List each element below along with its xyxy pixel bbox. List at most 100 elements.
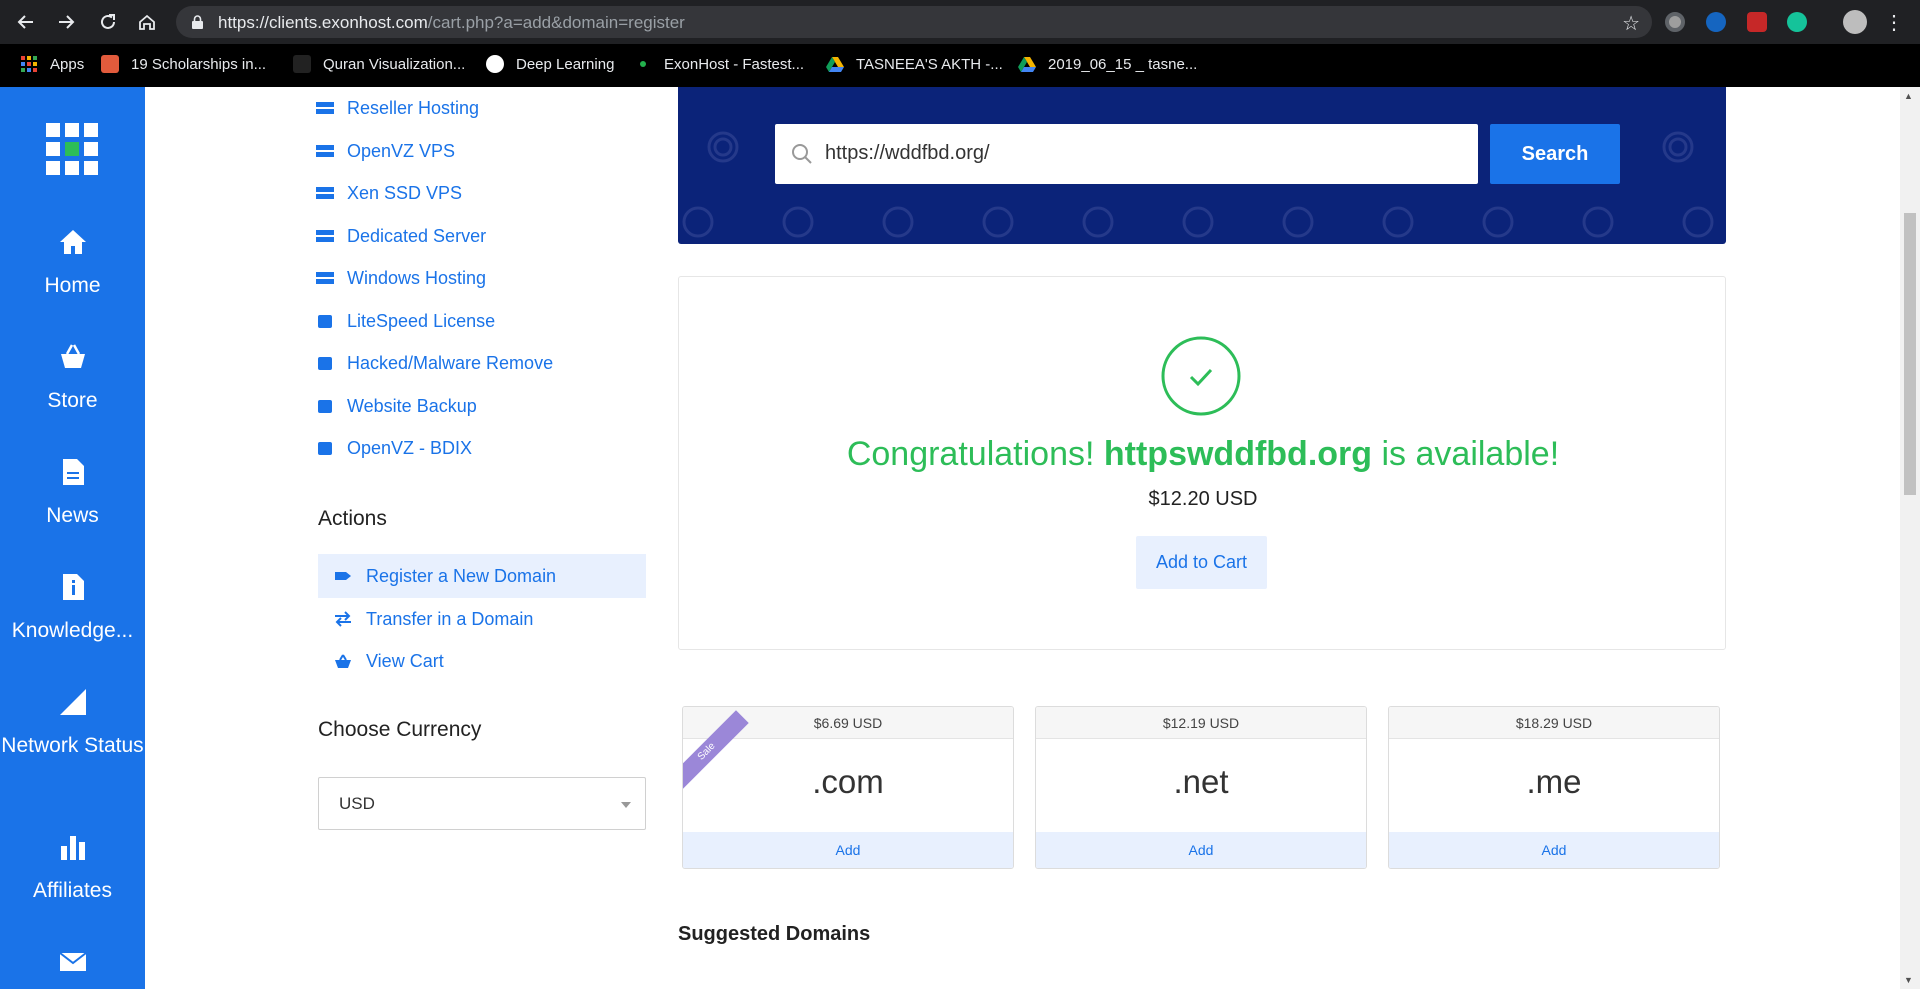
action-view-cart[interactable]: View Cart <box>318 639 646 683</box>
currency-heading: Choose Currency <box>318 718 482 741</box>
category-reseller-hosting[interactable]: Reseller Hosting <box>316 96 479 120</box>
action-label: Transfer in a Domain <box>366 608 534 629</box>
basket-icon <box>335 654 351 668</box>
extension-icon[interactable] <box>1665 12 1685 32</box>
currency-select[interactable]: USD <box>318 777 646 830</box>
bookmark-quran[interactable]: Quran Visualization... <box>293 53 465 75</box>
bookmark-scholarships[interactable]: 19 Scholarships in... <box>101 53 266 75</box>
sidebar-item-contact[interactable] <box>0 947 145 977</box>
search-button[interactable]: Search <box>1490 124 1620 184</box>
action-register-domain[interactable]: Register a New Domain <box>318 554 646 598</box>
sidebar-item-affiliates[interactable]: Affiliates <box>0 832 145 906</box>
category-website-backup[interactable]: Website Backup <box>316 394 477 418</box>
category-label: Website Backup <box>347 395 477 416</box>
category-label: Dedicated Server <box>347 225 487 246</box>
sidebar-label: Knowledge... <box>11 619 134 642</box>
category-windows-hosting[interactable]: Windows Hosting <box>316 266 486 290</box>
sidebar-label: Affiliates <box>33 879 112 902</box>
sidebar-item-news[interactable]: News <box>0 457 145 531</box>
action-transfer-domain[interactable]: Transfer in a Domain <box>318 597 646 641</box>
box-icon <box>318 400 332 413</box>
sidebar-item-network-status[interactable]: Network Status <box>0 687 145 761</box>
category-label: Reseller Hosting <box>347 97 480 118</box>
tld-add-button[interactable]: Add <box>683 832 1013 868</box>
server-icon <box>316 272 334 284</box>
sidebar-item-home[interactable]: Home <box>0 227 145 301</box>
info-document-icon <box>62 574 84 600</box>
forward-icon[interactable] <box>54 10 78 34</box>
bookmark-deep-learning[interactable]: Deep Learning <box>486 53 614 75</box>
server-icon <box>316 230 334 242</box>
grammarly-icon[interactable] <box>1787 12 1807 32</box>
bookmark-label: ExonHost - Fastest... <box>664 55 805 73</box>
scroll-down-icon[interactable]: ▼ <box>1904 975 1913 985</box>
tld-name: .net <box>1173 763 1229 800</box>
action-label: View Cart <box>366 650 444 671</box>
home-page-icon[interactable] <box>135 10 159 34</box>
basket-icon <box>60 344 85 368</box>
bookmark-2019[interactable]: 2019_06_15 _ tasne... <box>1018 53 1197 75</box>
bookmark-label: TASNEEA'S AKTH -... <box>856 55 1003 73</box>
category-openvz-vps[interactable]: OpenVZ VPS <box>316 139 455 163</box>
domain-search-input[interactable]: https://wddfbd.org/ <box>775 124 1478 184</box>
domain-price: $12.20 USD <box>1148 488 1258 510</box>
envelope-icon <box>58 952 87 971</box>
exonhost-icon <box>640 61 646 67</box>
category-hacked-malware-remove[interactable]: Hacked/Malware Remove <box>316 351 553 375</box>
extension-icon[interactable] <box>1706 12 1726 32</box>
reload-icon[interactable] <box>96 10 120 34</box>
suggested-domains-heading: Suggested Domains <box>678 923 871 945</box>
category-dedicated-server[interactable]: Dedicated Server <box>316 224 486 248</box>
bookmark-label: Apps <box>50 55 85 73</box>
back-icon[interactable] <box>14 10 38 34</box>
quran-site-icon <box>293 55 311 73</box>
server-icon <box>316 187 334 199</box>
tld-card-me: $18.29 USD .me Add <box>1388 706 1720 869</box>
category-openvz-bdix[interactable]: OpenVZ - BDIX <box>316 436 472 460</box>
ublock-icon[interactable] <box>1747 12 1767 32</box>
bookmark-star-icon[interactable]: ☆ <box>1622 11 1640 36</box>
sidebar-item-store[interactable]: Store <box>0 342 145 416</box>
menu-kebab-icon[interactable]: ⋮ <box>1882 10 1906 34</box>
domain-search-banner: https://wddfbd.org/ Search <box>678 87 1726 244</box>
category-xen-ssd-vps[interactable]: Xen SSD VPS <box>316 181 462 205</box>
logo-icon[interactable] <box>46 123 98 175</box>
check-circle-icon <box>1161 336 1241 416</box>
sidebar-label: News <box>46 504 99 527</box>
box-icon <box>318 442 332 455</box>
bookmark-label: Quran Visualization... <box>323 55 466 73</box>
category-label: OpenVZ - BDIX <box>347 437 473 458</box>
google-drive-icon <box>1018 57 1036 72</box>
scroll-thumb[interactable] <box>1904 213 1916 495</box>
page-scrollbar[interactable]: ▲ ▼ <box>1900 87 1920 989</box>
sidebar-label: Home <box>44 274 101 297</box>
lock-icon <box>192 15 203 29</box>
server-icon <box>316 102 334 114</box>
category-label: Hacked/Malware Remove <box>347 352 554 373</box>
actions-heading: Actions <box>318 507 387 530</box>
tld-name: .com <box>812 763 884 800</box>
bookmark-tasneea[interactable]: TASNEEA'S AKTH -... <box>826 53 1003 75</box>
sidebar-item-knowledgebase[interactable]: Knowledge... <box>0 572 145 646</box>
address-bar[interactable]: https://clients.exonhost.com/cart.php?a=… <box>176 6 1652 38</box>
tld-add-button[interactable]: Add <box>1036 832 1366 868</box>
add-to-cart-button[interactable]: Add to Cart <box>1136 536 1267 589</box>
tld-price: $18.29 USD <box>1389 707 1719 739</box>
tld-add-button[interactable]: Add <box>1389 832 1719 868</box>
bookmark-apps[interactable]: Apps <box>20 53 84 75</box>
category-litespeed-license[interactable]: LiteSpeed License <box>316 309 495 333</box>
scroll-up-icon[interactable]: ▲ <box>1904 91 1913 101</box>
tld-name: .me <box>1526 763 1582 800</box>
bookmark-label: 2019_06_15 _ tasne... <box>1048 55 1198 73</box>
currency-value: USD <box>339 794 375 813</box>
bar-chart-icon <box>60 836 85 860</box>
sidebar-label: Network Status <box>1 734 144 757</box>
apps-grid-icon <box>21 56 37 72</box>
home-icon <box>59 230 86 254</box>
tld-price: $12.19 USD <box>1036 707 1366 739</box>
action-label: Register a New Domain <box>366 565 557 586</box>
bookmark-exonhost[interactable]: ExonHost - Fastest... <box>636 53 804 75</box>
chevron-down-icon <box>621 802 631 808</box>
profile-avatar[interactable] <box>1843 10 1867 34</box>
document-icon <box>62 459 84 485</box>
